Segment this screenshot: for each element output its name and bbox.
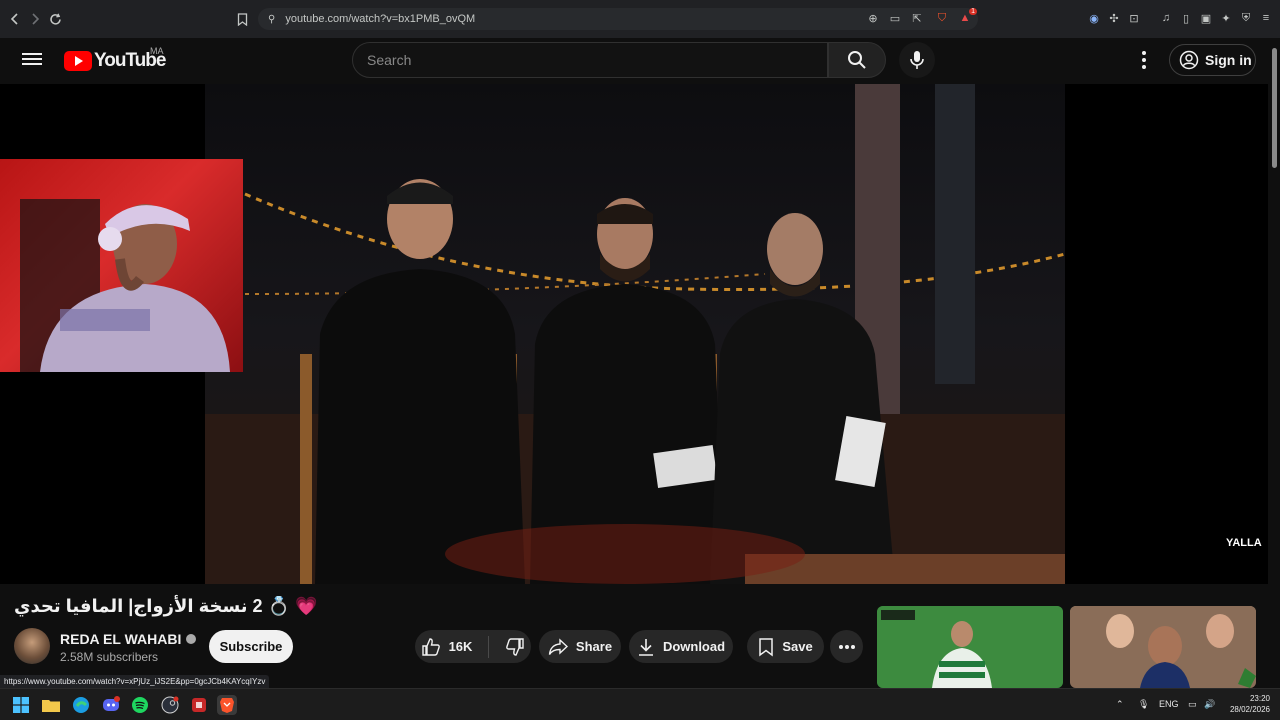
microphone-icon [910,51,924,69]
back-icon[interactable] [5,9,25,29]
volume-icon[interactable]: 🔊 [1204,699,1215,710]
thumbs-down-icon [506,637,525,656]
cast-icon[interactable]: ▭ [888,11,902,25]
share-label: Share [575,639,613,654]
scrollbar-thumb[interactable] [1272,48,1277,168]
extensions-icon[interactable]: ✣ [1107,11,1121,25]
voice-search-button[interactable] [899,42,935,78]
site-info-icon[interactable]: ⚲ [268,14,275,25]
leo-ai-icon[interactable]: ✦ [1219,11,1233,25]
discord-icon[interactable] [101,695,121,715]
country-code: MA [150,46,164,56]
forward-icon[interactable] [25,9,45,29]
download-label: Download [662,639,726,654]
video-watermark: YALLA [1226,537,1262,549]
link-hover-url: https://www.youtube.com/watch?v=xPjUz_iJ… [0,675,270,688]
like-divider [488,635,490,658]
file-explorer-icon[interactable] [41,695,61,715]
thumbs-up-icon [421,637,440,656]
media-controls-icon[interactable]: ♫ [1159,11,1173,25]
search-box[interactable] [352,42,828,78]
app-icon[interactable] [189,695,209,715]
brave-rewards-icon[interactable]: ▲ 1 [958,8,977,25]
save-button[interactable]: Save [747,630,824,663]
youtube-logo-icon [64,51,92,71]
steam-icon[interactable] [160,695,180,715]
subscribe-button[interactable]: Subscribe [209,630,293,663]
subscriber-count: 2.58M subscribers [60,650,159,664]
show-hidden-icons[interactable]: ⌃ [1116,699,1124,710]
spotify-icon[interactable] [130,695,150,715]
reload-icon[interactable] [45,9,65,29]
settings-menu-icon[interactable] [1134,50,1154,70]
like-dislike-group: 16K [415,630,531,663]
vpn-icon[interactable]: ⛨ [1239,11,1253,25]
language-indicator[interactable]: ENG [1159,699,1179,709]
brave-browser-icon[interactable] [217,695,237,715]
sign-in-label: Sign in [1205,52,1252,68]
edge-browser-icon[interactable] [71,695,91,715]
search-input[interactable] [367,52,827,68]
more-actions-button[interactable] [830,630,863,663]
recommended-video-thumbnail[interactable] [1070,606,1256,688]
video-title: 💗 💍 2 نسخة الأزواج| المافيا تحدي [14,596,318,616]
account-icon [1179,50,1199,70]
browser-toolbar: ⚲ youtube.com/watch?v=bx1PMB_ovQM ⊕ ▭ ⇱ … [0,0,1280,38]
share-icon [548,637,568,655]
recommended-video-thumbnail[interactable] [877,606,1063,688]
channel-avatar[interactable] [14,628,50,664]
channel-name-link[interactable]: REDA EL WAHABI [60,631,197,647]
rewards-badge: 1 [969,8,977,15]
screenshot-icon[interactable]: ⊡ [1127,11,1141,25]
clock-time: 23:20 [1249,694,1270,703]
like-count: 16K [448,639,473,654]
channel-name: REDA EL WAHABI [60,631,182,647]
wallet-icon[interactable]: ▣ [1199,11,1213,25]
download-icon [638,638,653,656]
windows-taskbar: ⌃ 🎙 ENG ▭ 🔊 23:20 28/02/2026 [0,688,1280,720]
sign-in-button[interactable]: Sign in [1169,44,1256,76]
bookmark-icon[interactable] [232,9,252,29]
page-scrollbar[interactable] [1268,38,1280,688]
search-icon [848,51,866,69]
system-clock[interactable]: 23:20 28/02/2026 [1224,693,1270,715]
download-button[interactable]: Download [629,630,733,663]
more-horizontal-icon [838,644,855,649]
browser-menu-icon[interactable]: ≡ [1259,11,1273,25]
verified-badge-icon [186,634,197,644]
audio-playing-icon[interactable]: ◉ [1087,11,1101,25]
clock-date: 28/02/2026 [1229,705,1270,714]
share-page-icon[interactable]: ⇱ [910,11,924,25]
guide-menu-icon[interactable] [22,50,42,70]
save-bookmark-icon [759,637,774,656]
zoom-icon[interactable]: ⊕ [866,11,880,25]
facecam-overlay [0,159,243,372]
sidebar-icon[interactable]: ▯ [1179,11,1193,25]
youtube-header: YouTube MA Sign in [0,38,1280,84]
windows-start-icon[interactable] [11,695,31,715]
like-button[interactable]: 16K [421,637,473,657]
microphone-tray-icon[interactable]: 🎙 [1138,699,1149,710]
search-button[interactable] [828,42,886,78]
address-url: youtube.com/watch?v=bx1PMB_ovQM [285,13,476,25]
brave-shield-icon[interactable]: ⛉ [935,11,949,25]
save-label: Save [782,639,813,654]
share-button[interactable]: Share [539,630,621,663]
dislike-button[interactable] [505,637,525,657]
video-player[interactable]: YALLA [0,84,1268,584]
network-icon[interactable]: ▭ [1188,699,1197,710]
video-frame [205,84,1065,584]
